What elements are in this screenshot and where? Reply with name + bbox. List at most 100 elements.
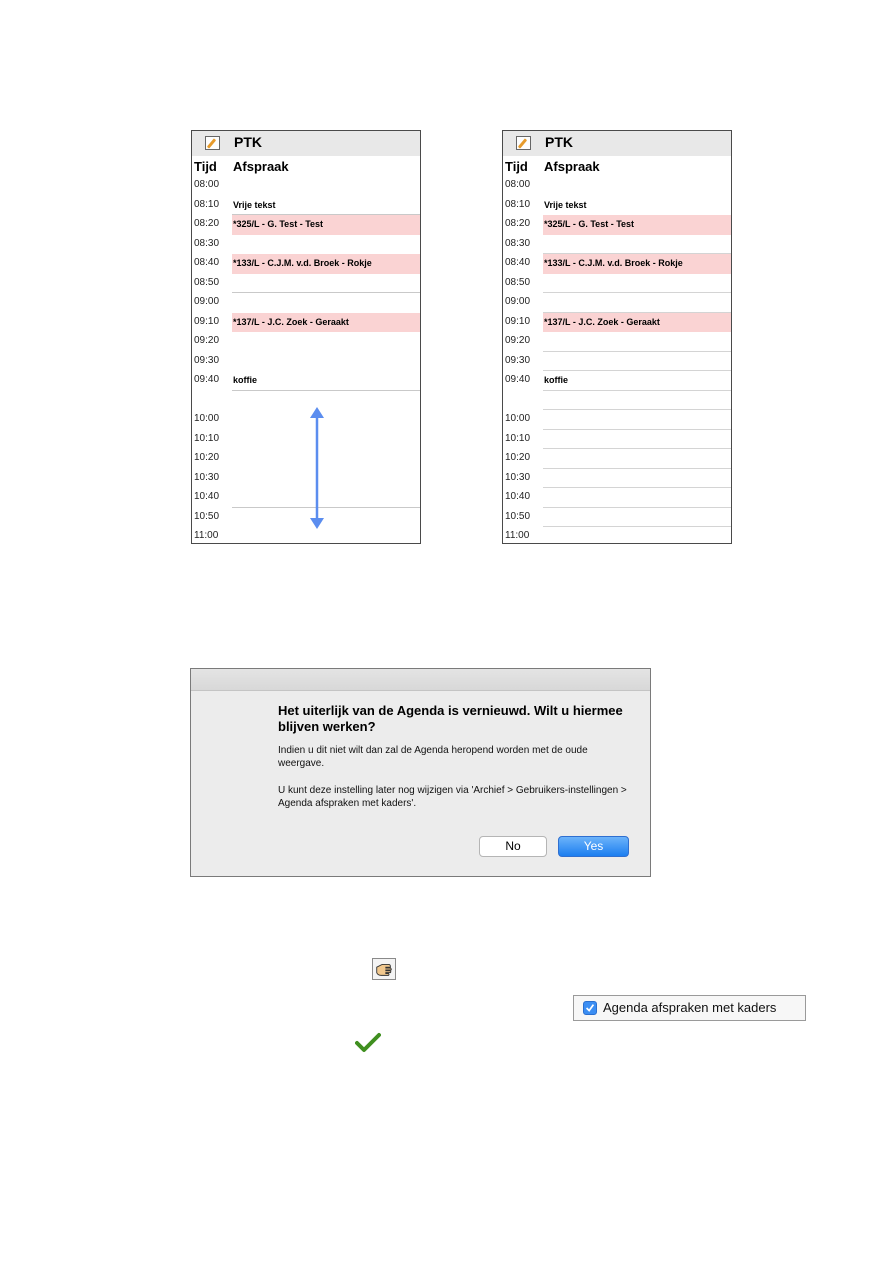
no-button[interactable]: No (479, 836, 547, 857)
agenda-row[interactable]: 10:50 (192, 508, 420, 528)
agenda-row[interactable]: 10:20 (503, 449, 731, 469)
confirm-dialog: Het uiterlijk van de Agenda is vernieuwd… (190, 668, 651, 877)
agenda-row[interactable] (503, 391, 731, 410)
appointment-slot[interactable] (543, 352, 731, 371)
agenda-row[interactable]: 09:10 *137/L - J.C. Zoek - Geraakt (192, 312, 420, 332)
time-label: 11:00 (194, 530, 219, 541)
appointment-slot[interactable] (543, 235, 731, 254)
appointment[interactable]: *325/L - G. Test - Test (232, 215, 420, 235)
appointment-slot[interactable] (543, 527, 731, 543)
agenda-row[interactable]: 09:40 koffie (503, 371, 731, 391)
appointment-slot[interactable]: Vrije tekst (232, 196, 420, 216)
agenda-frames-setting[interactable]: Agenda afspraken met kaders (573, 995, 806, 1021)
grid-line (232, 214, 420, 216)
time-label: 10:30 (505, 471, 531, 483)
time-label: 10:40 (505, 491, 531, 502)
agenda-row[interactable]: 09:10 *137/L - J.C. Zoek - Geraakt (503, 312, 731, 332)
agenda-row[interactable]: 10:10 (503, 430, 731, 449)
appointment-slot[interactable] (543, 176, 731, 196)
agenda-row[interactable]: 10:10 (192, 430, 420, 450)
agenda-row[interactable]: 10:20 (192, 449, 420, 469)
time-label: 10:50 (194, 510, 220, 522)
appointment-slot[interactable]: koffie (232, 371, 420, 391)
appointment-slot[interactable] (543, 488, 731, 508)
appointment-slot[interactable] (543, 274, 731, 293)
agenda-row[interactable]: 10:00 (503, 410, 731, 430)
agenda-row[interactable]: 10:40 (503, 488, 731, 508)
time-label: 11:00 (505, 530, 530, 541)
agenda-row[interactable]: 10:30 (192, 469, 420, 489)
time-label: 09:00 (194, 296, 220, 307)
agenda-row[interactable]: 11:00 (192, 527, 420, 543)
agenda-row[interactable]: 08:10 Vrije tekst (503, 196, 731, 216)
appointment[interactable]: *325/L - G. Test - Test (543, 215, 731, 235)
yes-button[interactable]: Yes (558, 836, 629, 857)
appointment-slot[interactable]: Vrije tekst (543, 196, 731, 216)
agenda-row[interactable]: 08:40 *133/L - C.J.M. v.d. Broek - Rokje (192, 254, 420, 274)
column-header-time: Tijd (505, 159, 528, 174)
appointment-slot[interactable] (543, 430, 731, 449)
time-label: 08:10 (194, 198, 220, 210)
agenda-row[interactable]: 11:00 (503, 527, 731, 543)
agenda-row[interactable]: 08:50 (503, 274, 731, 293)
hand-pointer-icon[interactable] (372, 958, 396, 980)
appointment-slot[interactable] (543, 508, 731, 527)
time-label: 09:40 (505, 374, 531, 385)
agenda-row[interactable]: 09:00 (192, 293, 420, 313)
time-label: 08:30 (194, 237, 220, 249)
appointment-slot[interactable] (543, 293, 731, 313)
appointment-slot[interactable] (543, 332, 731, 352)
agenda-row[interactable]: 08:50 (192, 274, 420, 294)
agenda-row[interactable]: 09:40 koffie (192, 371, 420, 391)
time-label: 08:20 (505, 218, 531, 229)
appointment-slot[interactable] (232, 274, 420, 294)
agenda-rows: 08:00 08:10 Vrije tekst 08:20 *325/L - G. Te… (192, 176, 420, 543)
agenda-row[interactable]: 08:40 *133/L - C.J.M. v.d. Broek - Rokje (503, 254, 731, 274)
edit-icon[interactable] (205, 136, 220, 150)
agenda-row[interactable]: 09:20 (192, 332, 420, 352)
appointment[interactable]: *137/L - J.C. Zoek - Geraakt (543, 312, 731, 332)
appointment-slot[interactable] (543, 410, 731, 430)
time-label: 10:00 (505, 413, 531, 424)
agenda-row[interactable]: 10:40 (192, 488, 420, 508)
agenda-row[interactable]: 09:30 (192, 352, 420, 372)
agenda-row[interactable]: 10:50 (503, 508, 731, 527)
agenda-row[interactable]: 09:00 (503, 293, 731, 313)
time-label: 10:20 (194, 452, 220, 463)
appointment-slot[interactable] (543, 449, 731, 469)
agenda-row[interactable]: 09:30 (503, 352, 731, 371)
agenda-row[interactable]: 08:10 Vrije tekst (192, 196, 420, 216)
agenda-row[interactable]: 10:30 (503, 469, 731, 488)
time-label: 10:50 (505, 510, 531, 522)
green-checkmark-icon[interactable] (355, 1032, 381, 1054)
checkbox[interactable] (583, 1001, 597, 1015)
agenda-row[interactable]: 08:00 (192, 176, 420, 196)
agenda-row[interactable]: 10:00 (192, 410, 420, 430)
agenda-row[interactable]: 08:00 (503, 176, 731, 196)
time-label: 10:10 (194, 432, 220, 444)
appointment-slot[interactable]: koffie (543, 371, 731, 391)
agenda-row[interactable] (192, 391, 420, 411)
appointment-slot[interactable] (232, 293, 420, 313)
time-label: 10:30 (194, 471, 220, 483)
appointment-slot[interactable] (543, 391, 731, 410)
agenda-row[interactable]: 08:30 (503, 235, 731, 254)
grid-line (232, 389, 420, 391)
appointment[interactable]: *133/L - C.J.M. v.d. Broek - Rokje (232, 254, 420, 274)
appointment-slot[interactable] (543, 469, 731, 488)
edit-icon[interactable] (516, 136, 531, 150)
appointment[interactable]: *137/L - J.C. Zoek - Geraakt (232, 312, 420, 332)
appointment[interactable]: *133/L - C.J.M. v.d. Broek - Rokje (543, 254, 731, 274)
agenda-row[interactable]: 08:20 *325/L - G. Test - Test (503, 215, 731, 235)
agenda-row[interactable]: 08:20 *325/L - G. Test - Test (192, 215, 420, 235)
appointment-slot[interactable] (232, 235, 420, 255)
appointment-slot[interactable] (232, 527, 420, 543)
appointment-slot[interactable] (232, 332, 420, 352)
appointment-slot[interactable] (232, 176, 420, 196)
time-label: 10:20 (505, 452, 531, 463)
agenda-row[interactable]: 08:30 (192, 235, 420, 255)
time-label: 08:20 (194, 218, 220, 229)
agenda-row[interactable]: 09:20 (503, 332, 731, 352)
appointment-slot[interactable] (232, 352, 420, 372)
agenda-title: PTK (234, 134, 262, 150)
